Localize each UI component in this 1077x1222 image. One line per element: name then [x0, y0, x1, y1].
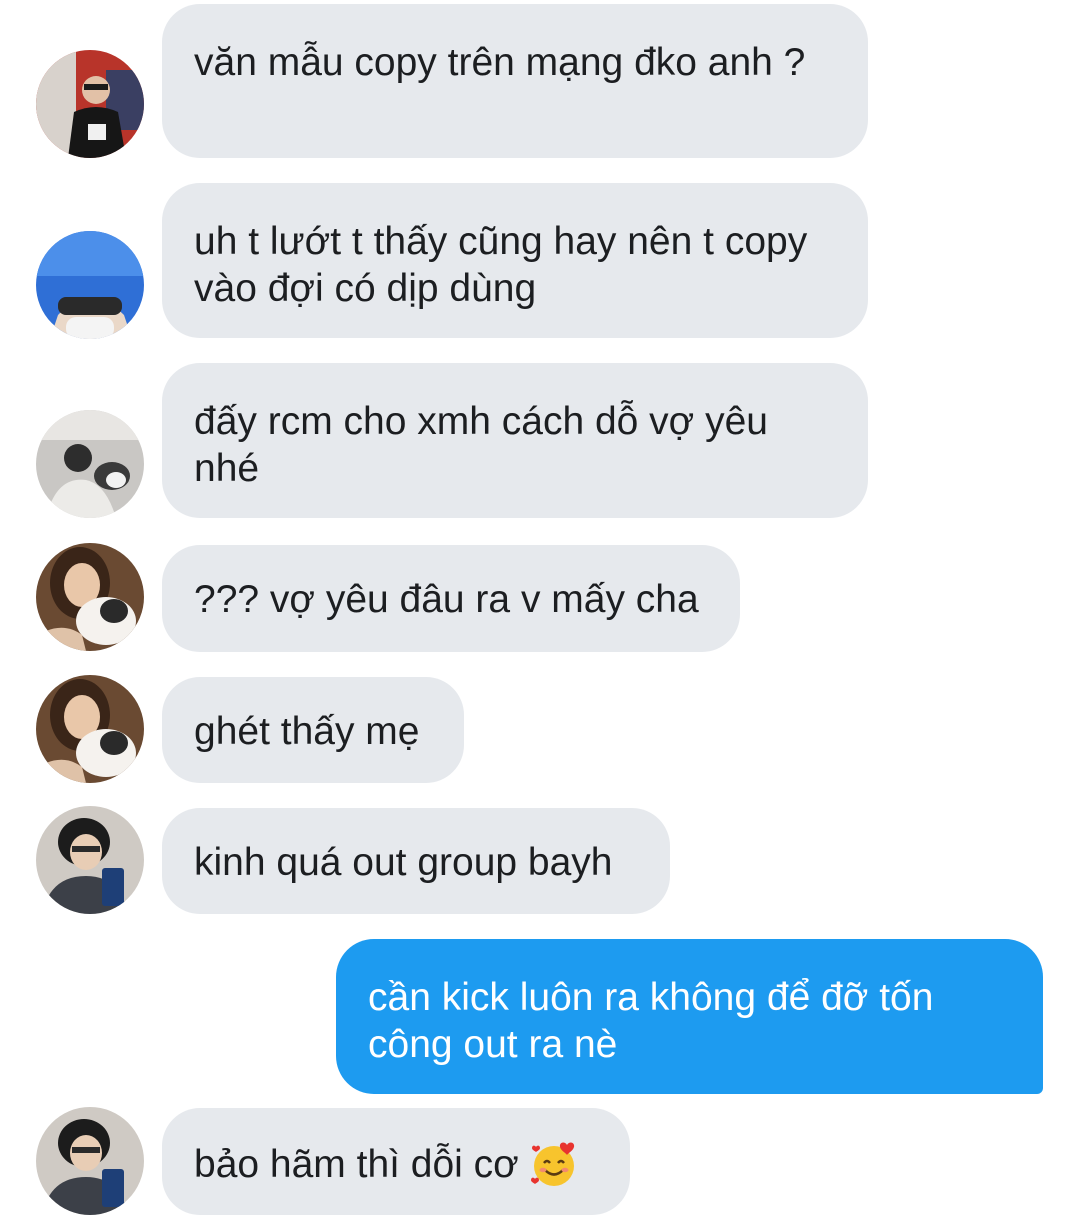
- message-bubble[interactable]: ghét thấy mẹ: [162, 677, 464, 783]
- avatar-photo-icon: [36, 231, 144, 339]
- sender-avatar[interactable]: [36, 50, 144, 158]
- message-text: đấy rcm cho xmh cách dỗ vợ yêu nhé: [194, 400, 768, 490]
- message-text: bảo hãm thì dỗi cơ: [194, 1142, 519, 1186]
- avatar-photo-icon: [36, 410, 144, 518]
- message-text: ??? vợ yêu đâu ra v mấy cha: [194, 578, 699, 621]
- sender-avatar[interactable]: [36, 231, 144, 339]
- sender-avatar[interactable]: [36, 410, 144, 518]
- message-bubble[interactable]: bảo hãm thì dỗi cơ: [162, 1108, 630, 1215]
- smiling-face-with-hearts-icon: [530, 1142, 574, 1186]
- message-bubble[interactable]: uh t lướt t thấy cũng hay nên t copy vào…: [162, 183, 868, 338]
- message-bubble[interactable]: văn mẫu copy trên mạng đko anh ?: [162, 4, 868, 158]
- message-text: cần kick luôn ra không để đỡ tốn công ou…: [368, 976, 934, 1066]
- message-text: uh t lướt t thấy cũng hay nên t copy vào…: [194, 220, 808, 310]
- sender-avatar[interactable]: [36, 1107, 144, 1215]
- sender-avatar[interactable]: [36, 806, 144, 914]
- message-text: kinh quá out group bayh: [194, 841, 613, 884]
- avatar-photo-icon: [36, 675, 144, 783]
- avatar-photo-icon: [36, 50, 144, 158]
- avatar-photo-icon: [36, 1107, 144, 1215]
- outgoing-message-bubble[interactable]: cần kick luôn ra không để đỡ tốn công ou…: [336, 939, 1043, 1094]
- message-text: ghét thấy mẹ: [194, 710, 420, 753]
- avatar-photo-icon: [36, 806, 144, 914]
- message-bubble[interactable]: ??? vợ yêu đâu ra v mấy cha: [162, 545, 740, 652]
- sender-avatar[interactable]: [36, 543, 144, 651]
- message-text: văn mẫu copy trên mạng đko anh ?: [194, 41, 806, 84]
- chat-thread: văn mẫu copy trên mạng đko anh ? uh t lư…: [0, 0, 1077, 1222]
- message-bubble[interactable]: đấy rcm cho xmh cách dỗ vợ yêu nhé: [162, 363, 868, 518]
- message-bubble[interactable]: kinh quá out group bayh: [162, 808, 670, 914]
- avatar-photo-icon: [36, 543, 144, 651]
- sender-avatar[interactable]: [36, 675, 144, 783]
